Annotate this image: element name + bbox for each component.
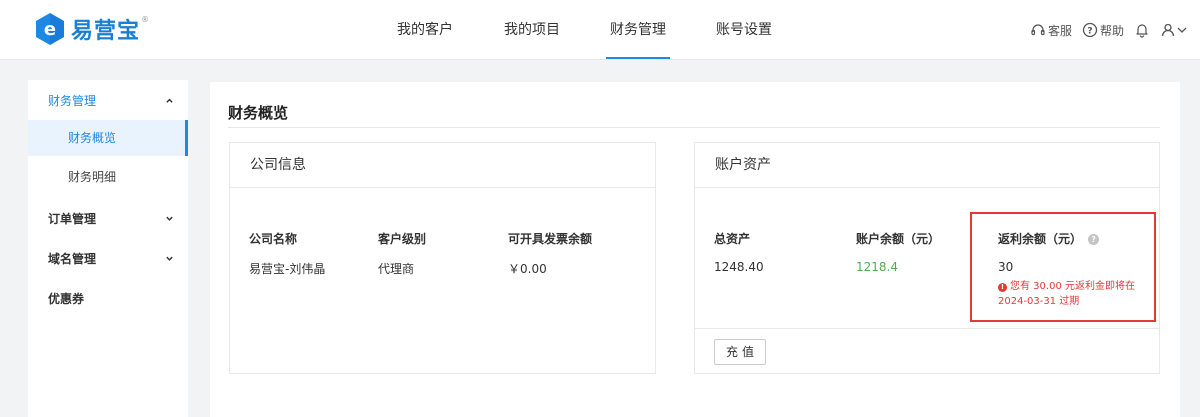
sidebar: 财务管理 财务概览 财务明细 订单管理 域名管理 优惠券 — [28, 80, 188, 417]
chevron-down-icon — [166, 256, 173, 261]
customer-level-value: 代理商 — [378, 262, 415, 276]
help-label: 帮助 — [1099, 23, 1124, 38]
card-header: 公司信息 — [230, 143, 655, 188]
recharge-button[interactable]: 充值 — [714, 339, 766, 365]
customer-level-label: 客户级别 — [378, 232, 427, 246]
help-circle-icon: ? — [1082, 22, 1098, 38]
sidebar-group-coupons[interactable]: 优惠券 — [28, 278, 188, 318]
top-header: e 易营宝 ® 我的客户 我的项目 财务管理 账号设置 客服 ? 帮助 — [0, 0, 1200, 60]
help-link[interactable]: ? 帮助 — [1082, 22, 1124, 39]
invoice-balance-label: 可开具发票余额 — [508, 232, 593, 246]
nav-my-projects[interactable]: 我的项目 — [468, 0, 596, 60]
account-balance-label: 账户余额（元） — [856, 232, 941, 246]
invoice-balance-value: ￥0.00 — [508, 262, 547, 276]
user-menu-button[interactable] — [1160, 22, 1188, 38]
account-assets-card: 账户资产 总资产 账户余额（元） 返利余额（元）? 1248.40 1218.4… — [694, 142, 1160, 374]
chevron-down-icon — [1177, 27, 1187, 33]
card-footer-divider — [695, 328, 1159, 329]
card-header: 账户资产 — [695, 143, 1159, 188]
header-actions: 客服 ? 帮助 — [1020, 18, 1188, 42]
sidebar-group-label: 优惠券 — [48, 291, 85, 306]
total-assets-label: 总资产 — [714, 232, 751, 246]
sidebar-group-label: 订单管理 — [48, 211, 97, 226]
nav-my-customers[interactable]: 我的客户 — [382, 0, 468, 60]
page-title: 财务概览 — [228, 104, 289, 122]
chevron-down-icon — [166, 216, 173, 221]
title-divider — [228, 127, 1160, 128]
total-assets-value: 1248.40 — [714, 260, 764, 274]
brand-logo[interactable]: e 易营宝 ® — [34, 10, 149, 48]
company-name-value: 易营宝-刘伟晶 — [249, 262, 326, 276]
sidebar-item-finance-overview[interactable]: 财务概览 — [28, 120, 188, 156]
sidebar-group-label: 财务管理 — [48, 93, 97, 108]
bell-icon — [1136, 24, 1148, 38]
sidebar-group-finance[interactable]: 财务管理 — [28, 80, 188, 120]
sidebar-group-orders[interactable]: 订单管理 — [28, 198, 188, 238]
svg-text:e: e — [44, 19, 56, 40]
rebate-highlight-box — [970, 212, 1156, 322]
notifications-button[interactable] — [1134, 22, 1150, 38]
nav-finance[interactable]: 财务管理 — [596, 0, 680, 60]
headset-icon — [1031, 24, 1045, 36]
sidebar-group-domains[interactable]: 域名管理 — [28, 238, 188, 278]
main-nav: 我的客户 我的项目 财务管理 账号设置 — [382, 0, 808, 60]
customer-service-label: 客服 — [1047, 23, 1072, 38]
svg-text:?: ? — [1087, 27, 1092, 37]
sidebar-group-label: 域名管理 — [48, 251, 97, 266]
main-content: 财务概览 公司信息 公司名称 客户级别 可开具发票余额 易营宝-刘伟晶 代理商 … — [210, 82, 1180, 417]
chevron-up-icon — [166, 98, 173, 103]
customer-service-link[interactable]: 客服 — [1030, 22, 1072, 39]
account-balance-value: 1218.4 — [856, 260, 898, 274]
brand-name: 易营宝 — [71, 19, 141, 44]
registered-mark: ® — [141, 14, 150, 24]
company-name-label: 公司名称 — [249, 232, 298, 246]
user-icon — [1161, 23, 1175, 37]
sidebar-item-finance-details[interactable]: 财务明细 — [28, 156, 188, 198]
nav-account-settings[interactable]: 账号设置 — [680, 0, 808, 60]
logo-hexagon-icon: e — [34, 12, 66, 46]
company-info-card: 公司信息 公司名称 客户级别 可开具发票余额 易营宝-刘伟晶 代理商 ￥0.00 — [229, 142, 656, 374]
